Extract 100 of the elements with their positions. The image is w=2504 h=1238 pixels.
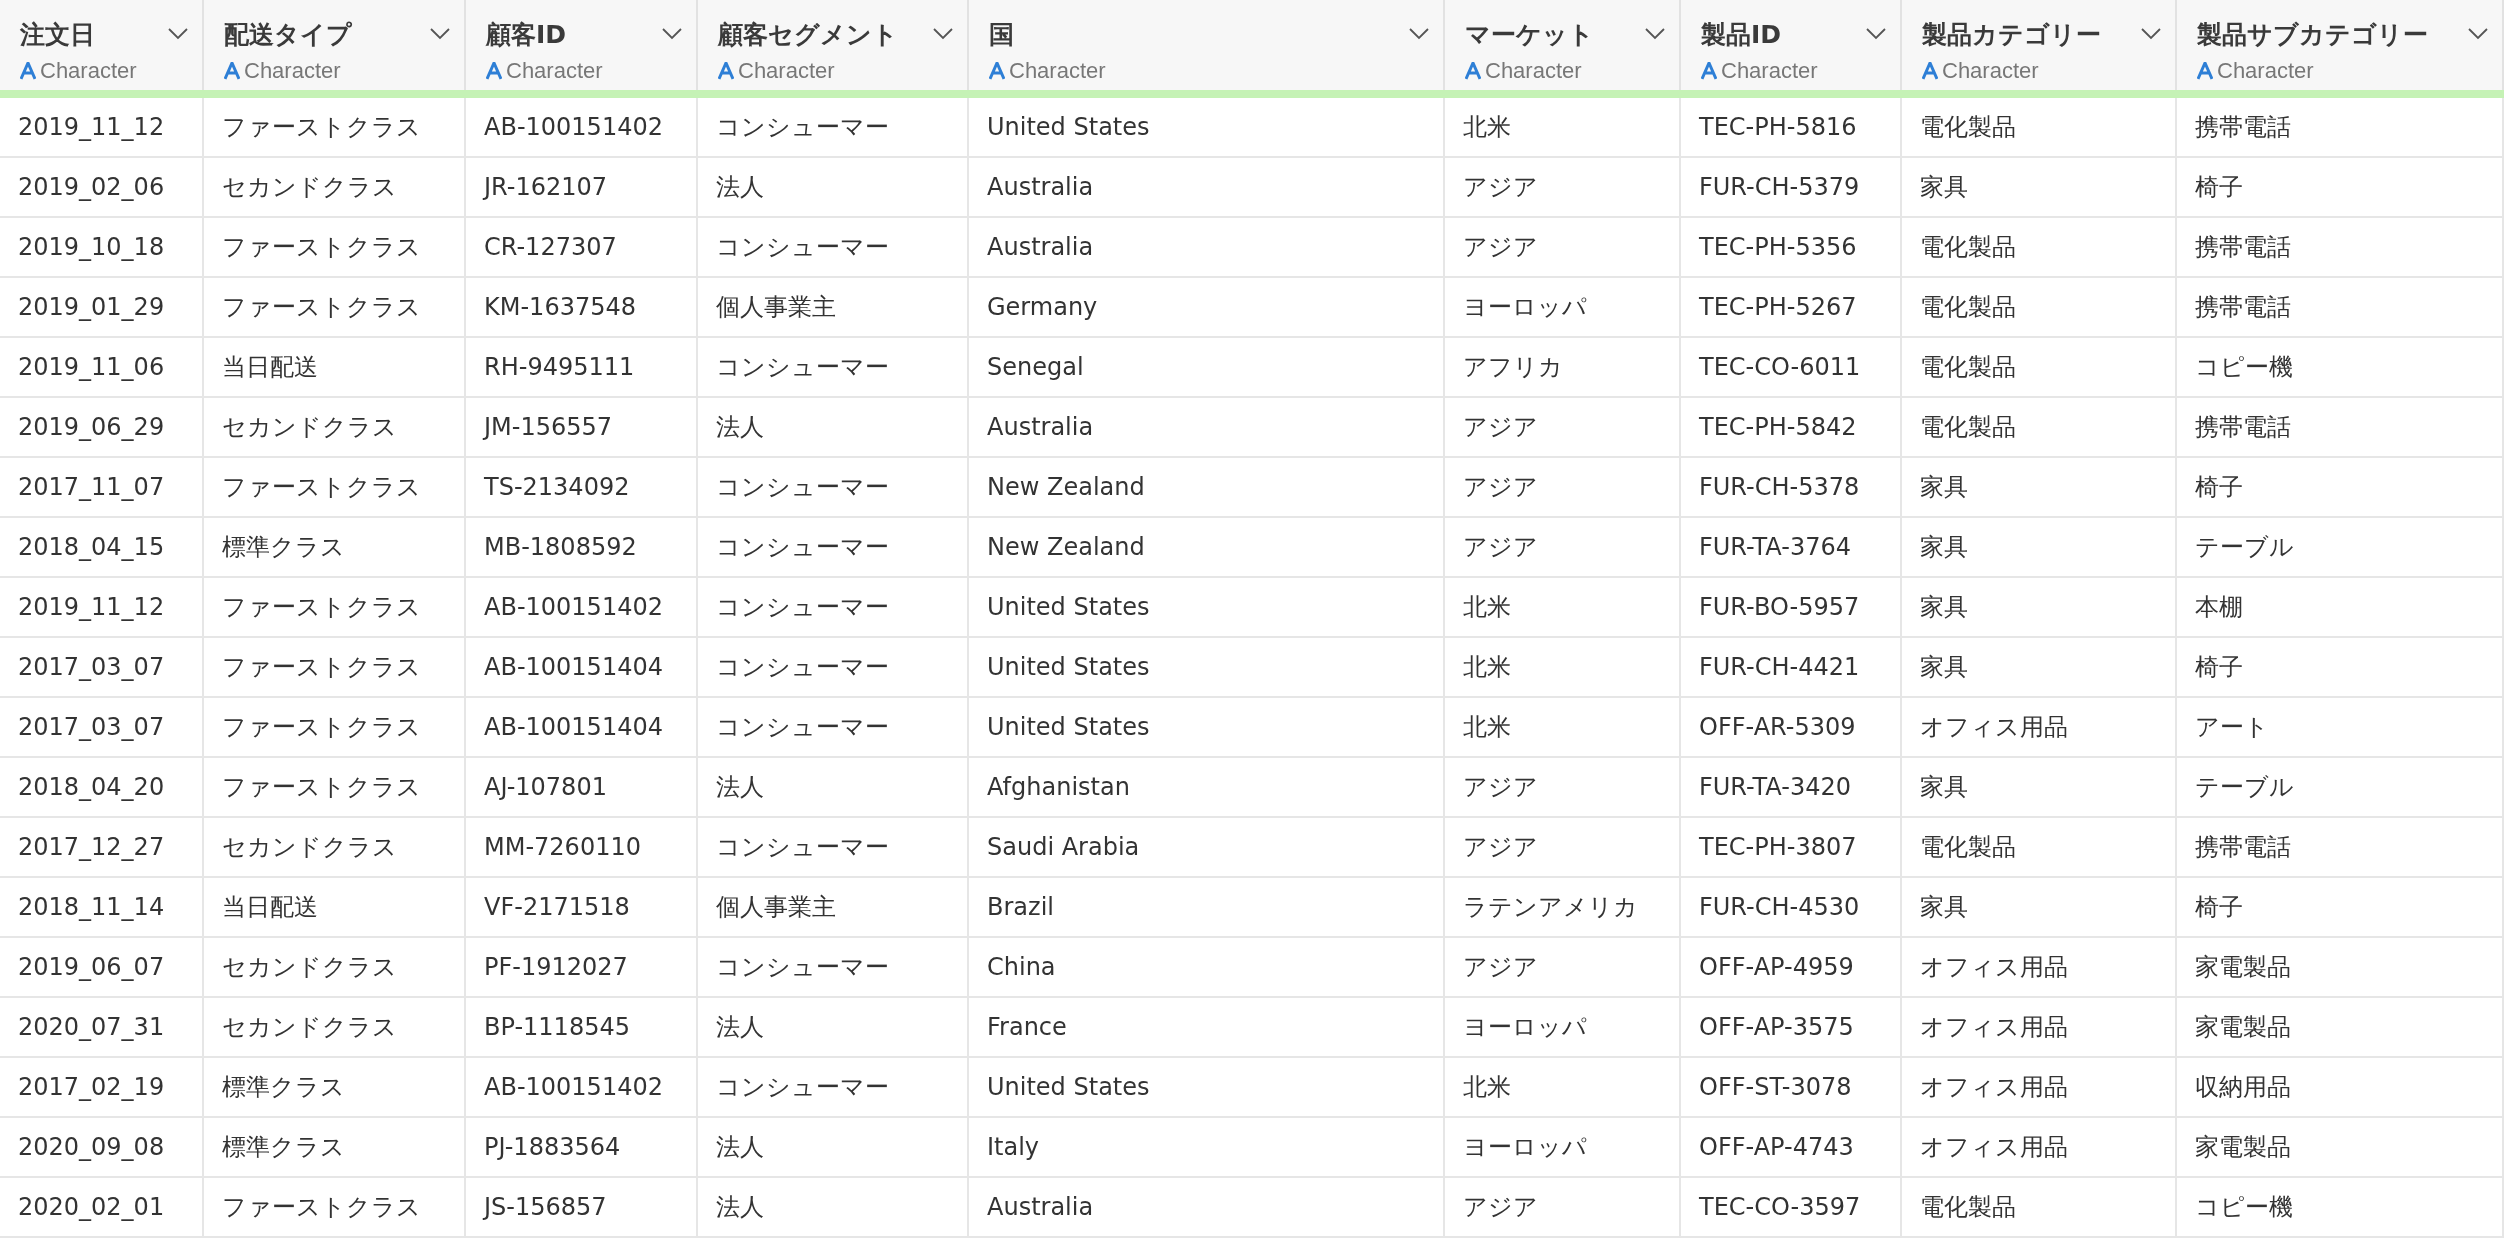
table-cell: Brazil <box>969 878 1445 936</box>
column-type: Character <box>40 58 137 84</box>
character-type-icon <box>1465 62 1481 80</box>
table-cell: 椅子 <box>2177 638 2504 696</box>
table-cell: TEC-PH-3807 <box>1681 818 1902 876</box>
column-name: 顧客ID <box>486 18 567 51</box>
table-cell: MB-1808592 <box>466 518 698 576</box>
table-cell: Saudi Arabia <box>969 818 1445 876</box>
table-cell: TEC-CO-6011 <box>1681 338 1902 396</box>
character-type-icon <box>1701 62 1717 80</box>
table-cell: アジア <box>1445 218 1681 276</box>
table-cell: アジア <box>1445 458 1681 516</box>
table-cell: アジア <box>1445 158 1681 216</box>
chevron-down-icon[interactable] <box>2468 28 2488 40</box>
table-cell: 2019_11_12 <box>0 578 204 636</box>
table-cell: FUR-CH-4530 <box>1681 878 1902 936</box>
table-cell: 本棚 <box>2177 578 2504 636</box>
table-cell: 家具 <box>1902 758 2177 816</box>
table-cell: 当日配送 <box>204 878 466 936</box>
table-cell: 法人 <box>698 1118 969 1176</box>
chevron-down-icon[interactable] <box>1645 28 1665 40</box>
table-cell: テーブル <box>2177 758 2504 816</box>
chevron-down-icon[interactable] <box>2141 28 2161 40</box>
column-type: Character <box>1485 58 1582 84</box>
table-cell: 2020_09_08 <box>0 1118 204 1176</box>
chevron-down-icon[interactable] <box>168 28 188 40</box>
table-cell: ラテンアメリカ <box>1445 878 1681 936</box>
table-cell: AB-100151402 <box>466 1058 698 1116</box>
table-cell: ファーストクラス <box>204 698 466 756</box>
table-cell: 椅子 <box>2177 878 2504 936</box>
table-cell: 北米 <box>1445 578 1681 636</box>
table-cell: アジア <box>1445 398 1681 456</box>
table-cell: ヨーロッパ <box>1445 1118 1681 1176</box>
table-cell: セカンドクラス <box>204 998 466 1056</box>
table-cell: 家電製品 <box>2177 1118 2504 1176</box>
table-cell: 個人事業主 <box>698 878 969 936</box>
table-cell: AB-100151404 <box>466 698 698 756</box>
table-cell: Senegal <box>969 338 1445 396</box>
table-cell: 2019_06_07 <box>0 938 204 996</box>
table-cell: コンシューマー <box>698 338 969 396</box>
table-cell: Australia <box>969 1178 1445 1236</box>
table-cell: New Zealand <box>969 458 1445 516</box>
table-cell: 2019_02_06 <box>0 158 204 216</box>
table-cell: 法人 <box>698 758 969 816</box>
chevron-down-icon[interactable] <box>1409 28 1429 40</box>
table-cell: 法人 <box>698 398 969 456</box>
table-cell: TEC-CO-3597 <box>1681 1178 1902 1236</box>
table-cell: セカンドクラス <box>204 938 466 996</box>
table-cell: PJ-1883564 <box>466 1118 698 1176</box>
table-cell: 電化製品 <box>1902 398 2177 456</box>
column-type: Character <box>506 58 603 84</box>
table-cell: 2019_11_12 <box>0 98 204 156</box>
table-cell: 椅子 <box>2177 458 2504 516</box>
table-cell: 2018_04_15 <box>0 518 204 576</box>
table-cell: コンシューマー <box>698 698 969 756</box>
table-cell: ファーストクラス <box>204 278 466 336</box>
table-cell: 標準クラス <box>204 1058 466 1116</box>
table-cell: コンシューマー <box>698 818 969 876</box>
table-cell: 2017_03_07 <box>0 638 204 696</box>
table-cell: OFF-ST-3078 <box>1681 1058 1902 1116</box>
table-cell: 電化製品 <box>1902 1178 2177 1236</box>
table-cell: United States <box>969 98 1445 156</box>
table-cell: United States <box>969 1058 1445 1116</box>
table-cell: オフィス用品 <box>1902 998 2177 1056</box>
table-cell: ファーストクラス <box>204 578 466 636</box>
table-cell: コンシューマー <box>698 938 969 996</box>
column-type: Character <box>1009 58 1106 84</box>
column-name: 顧客セグメント <box>718 18 898 51</box>
table-cell: ファーストクラス <box>204 1178 466 1236</box>
column-name: 注文日 <box>20 18 95 51</box>
table-cell: Australia <box>969 218 1445 276</box>
column-name: マーケット <box>1465 18 1594 51</box>
table-cell: オフィス用品 <box>1902 938 2177 996</box>
table-cell: テーブル <box>2177 518 2504 576</box>
table-cell: 家具 <box>1902 878 2177 936</box>
table-cell: 電化製品 <box>1902 218 2177 276</box>
table-cell: 2019_11_06 <box>0 338 204 396</box>
table-cell: 標準クラス <box>204 1118 466 1176</box>
table-cell: Australia <box>969 158 1445 216</box>
table-cell: コピー機 <box>2177 338 2504 396</box>
table-cell: FUR-BO-5957 <box>1681 578 1902 636</box>
chevron-down-icon[interactable] <box>933 28 953 40</box>
chevron-down-icon[interactable] <box>430 28 450 40</box>
table-cell: 2017_12_27 <box>0 818 204 876</box>
table-cell: France <box>969 998 1445 1056</box>
chevron-down-icon[interactable] <box>1866 28 1886 40</box>
table-cell: 家具 <box>1902 158 2177 216</box>
table-cell: 法人 <box>698 998 969 1056</box>
table-cell: アジア <box>1445 938 1681 996</box>
table-cell: ファーストクラス <box>204 458 466 516</box>
table-cell: 2019_06_29 <box>0 398 204 456</box>
table-cell: アート <box>2177 698 2504 756</box>
table-cell: AJ-107801 <box>466 758 698 816</box>
table-cell: ヨーロッパ <box>1445 998 1681 1056</box>
character-type-icon <box>2197 62 2213 80</box>
table-cell: アジア <box>1445 758 1681 816</box>
chevron-down-icon[interactable] <box>662 28 682 40</box>
table-cell: アフリカ <box>1445 338 1681 396</box>
table-cell: 家具 <box>1902 578 2177 636</box>
table-cell: Afghanistan <box>969 758 1445 816</box>
